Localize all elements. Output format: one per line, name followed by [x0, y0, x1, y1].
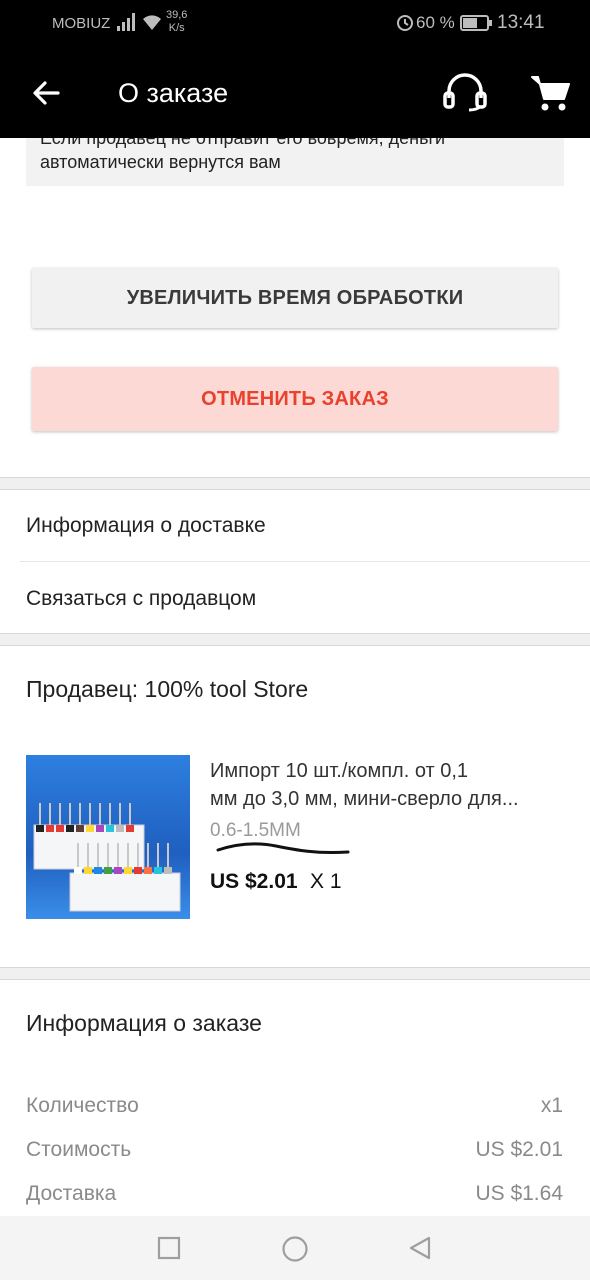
order-info-title: Информация о заказе [26, 1010, 262, 1036]
network-speed-value: 39,6 [166, 9, 188, 21]
alarm-icon [397, 15, 413, 31]
battery-percent: 60 % [416, 13, 455, 32]
product-price: US $2.01 [210, 870, 298, 893]
seller-name[interactable]: Продавец: 100% tool Store [26, 676, 308, 703]
contact-seller-link[interactable]: Связаться с продавцом [0, 587, 590, 611]
back-arrow-icon[interactable] [28, 75, 64, 111]
section-divider [0, 967, 590, 980]
system-nav-bar [0, 1216, 590, 1280]
headset-icon[interactable] [442, 72, 488, 112]
section-divider [0, 477, 590, 490]
quantity-label: Количество [26, 1094, 139, 1117]
row-divider [20, 561, 590, 562]
nav-back-icon[interactable] [407, 1235, 433, 1261]
network-speed: 39,6 K/s [166, 9, 187, 35]
product-title-line-2[interactable]: мм до 3,0 мм, мини-сверло для... [210, 788, 570, 811]
handwritten-underline [216, 842, 350, 855]
cost-value: US $2.01 [475, 1138, 563, 1161]
cancel-order-button[interactable]: ОТМЕНИТЬ ЗАКАЗ [32, 367, 558, 431]
product-variant: 0.6-1.5MM [210, 820, 301, 841]
shipping-value: US $1.64 [475, 1182, 563, 1205]
drill-set-illustration [33, 803, 181, 912]
status-bar: MOBIUZ 39,6 K/s 60 % 13:41 [0, 0, 590, 48]
notice-line-2: автоматически вернутся вам [40, 152, 281, 172]
product-quantity: X 1 [310, 870, 342, 893]
section-divider [0, 633, 590, 646]
network-speed-unit: K/s [168, 22, 185, 34]
home-icon[interactable] [281, 1235, 309, 1263]
quantity-value: x1 [540, 1094, 563, 1117]
product-image[interactable] [26, 755, 190, 919]
app-bar: О заказе [0, 48, 590, 138]
cart-icon[interactable] [530, 73, 570, 113]
product-title-line-1[interactable]: Импорт 10 шт./компл. от 0,1 [210, 760, 570, 783]
shipping-label: Доставка [26, 1182, 117, 1205]
signal-icon [117, 13, 135, 31]
recent-apps-icon[interactable] [157, 1236, 181, 1260]
battery-icon [460, 15, 492, 31]
cost-label: Стоимость [26, 1138, 132, 1161]
carrier-name: MOBIUZ [52, 15, 111, 32]
wifi-icon [143, 15, 161, 30]
delivery-info-link[interactable]: Информация о доставке [0, 514, 590, 538]
clock: 13:41 [497, 12, 545, 33]
extend-processing-time-button[interactable]: УВЕЛИЧИТЬ ВРЕМЯ ОБРАБОТКИ [32, 268, 558, 328]
page-title: О заказе [118, 78, 229, 108]
